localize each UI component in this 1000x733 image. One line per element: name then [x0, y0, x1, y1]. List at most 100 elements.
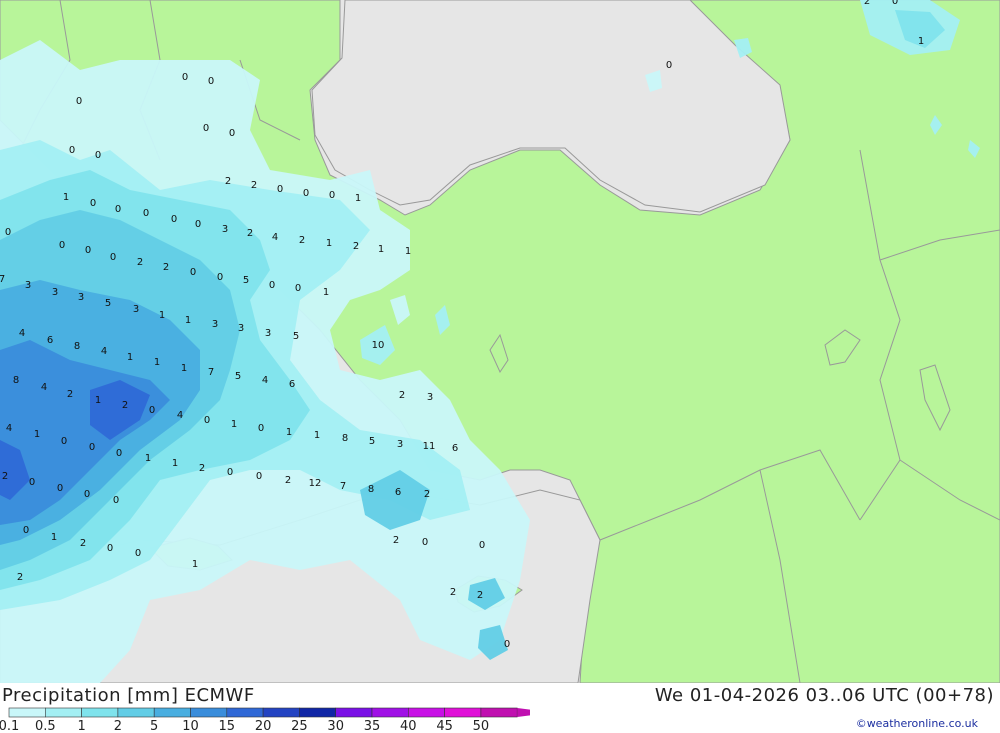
precip-value-label: 10	[372, 340, 385, 351]
legend-tick-label: 15	[219, 719, 236, 733]
precip-value-label: 4	[19, 328, 25, 339]
precip-value-label: 1	[34, 429, 40, 440]
precip-value-label: 4	[41, 382, 47, 393]
legend-arrow	[517, 708, 530, 717]
precip-value-label: 2	[399, 390, 405, 401]
precip-value-label: 3	[52, 287, 58, 298]
precip-value-label: 0	[504, 639, 510, 650]
precip-value-label: 2	[17, 572, 23, 583]
precip-value-label: 1	[314, 430, 320, 441]
legend-tick-label: 0.1	[0, 719, 19, 733]
legend-swatch	[480, 707, 518, 718]
precip-value-label: 0	[295, 283, 301, 294]
credit-link[interactable]: ©weatheronline.co.uk	[856, 717, 978, 730]
legend-swatch	[444, 707, 482, 718]
precip-value-label: 1	[918, 36, 924, 47]
precip-value-label: 0	[258, 423, 264, 434]
precip-value-label: 2	[163, 262, 169, 273]
precip-value-label: 0	[422, 537, 428, 548]
precip-value-label: 6	[289, 379, 295, 390]
legend-swatch	[262, 707, 300, 718]
precip-value-label: 0	[190, 267, 196, 278]
precip-value-label: 0	[892, 0, 898, 7]
precip-value-label: 2	[122, 400, 128, 411]
legend-swatch	[335, 707, 373, 718]
precip-value-label: 0	[76, 96, 82, 107]
precip-value-label: 1	[378, 244, 384, 255]
precip-value-label: 2	[225, 176, 231, 187]
precip-value-label: 0	[195, 219, 201, 230]
precip-value-label: 4	[101, 346, 107, 357]
precip-value-label: 2	[864, 0, 870, 7]
precip-value-label: 0	[479, 540, 485, 551]
precip-value-label: 0	[303, 188, 309, 199]
precip-value-label: 0	[115, 204, 121, 215]
precip-value-label: 2	[247, 228, 253, 239]
precip-value-label: 3	[25, 280, 31, 291]
precip-value-label: 2	[299, 235, 305, 246]
precip-value-label: 5	[235, 371, 241, 382]
precip-value-label: 0	[666, 60, 672, 71]
precip-value-label: 0	[135, 548, 141, 559]
precip-value-label: 3	[212, 319, 218, 330]
legend-swatch	[407, 707, 445, 718]
precip-value-label: 1	[95, 395, 101, 406]
precip-value-label: 0	[113, 495, 119, 506]
precip-value-label: 11	[423, 441, 436, 452]
precip-value-label: 2	[285, 475, 291, 486]
precip-value-label: 3	[427, 392, 433, 403]
legend-swatch	[299, 707, 336, 718]
precip-value-label: 0	[116, 448, 122, 459]
legend-tick-label: 45	[436, 719, 453, 733]
legend-swatch	[81, 707, 119, 718]
precip-value-label: 1	[185, 315, 191, 326]
precip-value-label: 0	[23, 525, 29, 536]
precip-value-label: 1	[231, 419, 237, 430]
precip-value-label: 1	[326, 238, 332, 249]
precip-value-label: 0	[90, 198, 96, 209]
precip-value-label: 1	[323, 287, 329, 298]
footer-bar: Precipitation [mm] ECMWF We 01-04-2026 0…	[0, 683, 1000, 733]
precip-value-label: 2	[80, 538, 86, 549]
precip-value-label: 2	[2, 471, 8, 482]
precip-value-label: 2	[393, 535, 399, 546]
precip-value-label: 0	[57, 483, 63, 494]
precip-value-label: 1	[172, 458, 178, 469]
precip-value-label: 0	[143, 208, 149, 219]
precipitation-map: 0000000201022100000010000020324212112005…	[0, 0, 1000, 684]
legend-tick-label: 0.5	[35, 719, 56, 733]
precip-value-label: 2	[450, 587, 456, 598]
precip-value-label: 2	[67, 389, 73, 400]
precip-value-label: 0	[277, 184, 283, 195]
precip-value-label: 6	[395, 487, 401, 498]
precip-value-label: 0	[208, 76, 214, 87]
legend-tick-label: 40	[400, 719, 417, 733]
precip-value-label: 6	[452, 443, 458, 454]
precip-value-label: 0	[110, 252, 116, 263]
precip-value-label: 5	[369, 436, 375, 447]
precip-value-label: 0	[329, 190, 335, 201]
precip-value-label: 5	[105, 298, 111, 309]
precip-value-label: 0	[171, 214, 177, 225]
legend-tick-label: 2	[114, 719, 122, 733]
precip-value-label: 1	[127, 352, 133, 363]
precip-value-label: 1	[51, 532, 57, 543]
precip-value-label: 1	[286, 427, 292, 438]
precip-value-label: 2	[199, 463, 205, 474]
legend-swatch	[44, 707, 82, 718]
legend-tick-label: 30	[327, 719, 344, 733]
precip-value-label: 0	[95, 150, 101, 161]
precip-value-label: 3	[265, 328, 271, 339]
precip-value-label: 2	[137, 257, 143, 268]
legend-tick-label: 10	[182, 719, 199, 733]
legend-swatch	[371, 707, 409, 718]
run-time-label: We 01-04-2026 03..06 UTC (00+78)	[654, 685, 994, 706]
precip-value-label: 3	[238, 323, 244, 334]
precip-value-label: 0	[182, 72, 188, 83]
precip-value-label: 6	[47, 335, 53, 346]
precip-value-label: 5	[243, 275, 249, 286]
precip-value-label: 0	[89, 442, 95, 453]
precip-value-label: 1	[355, 193, 361, 204]
precip-value-label: 0	[149, 405, 155, 416]
precip-value-label: 0	[256, 471, 262, 482]
